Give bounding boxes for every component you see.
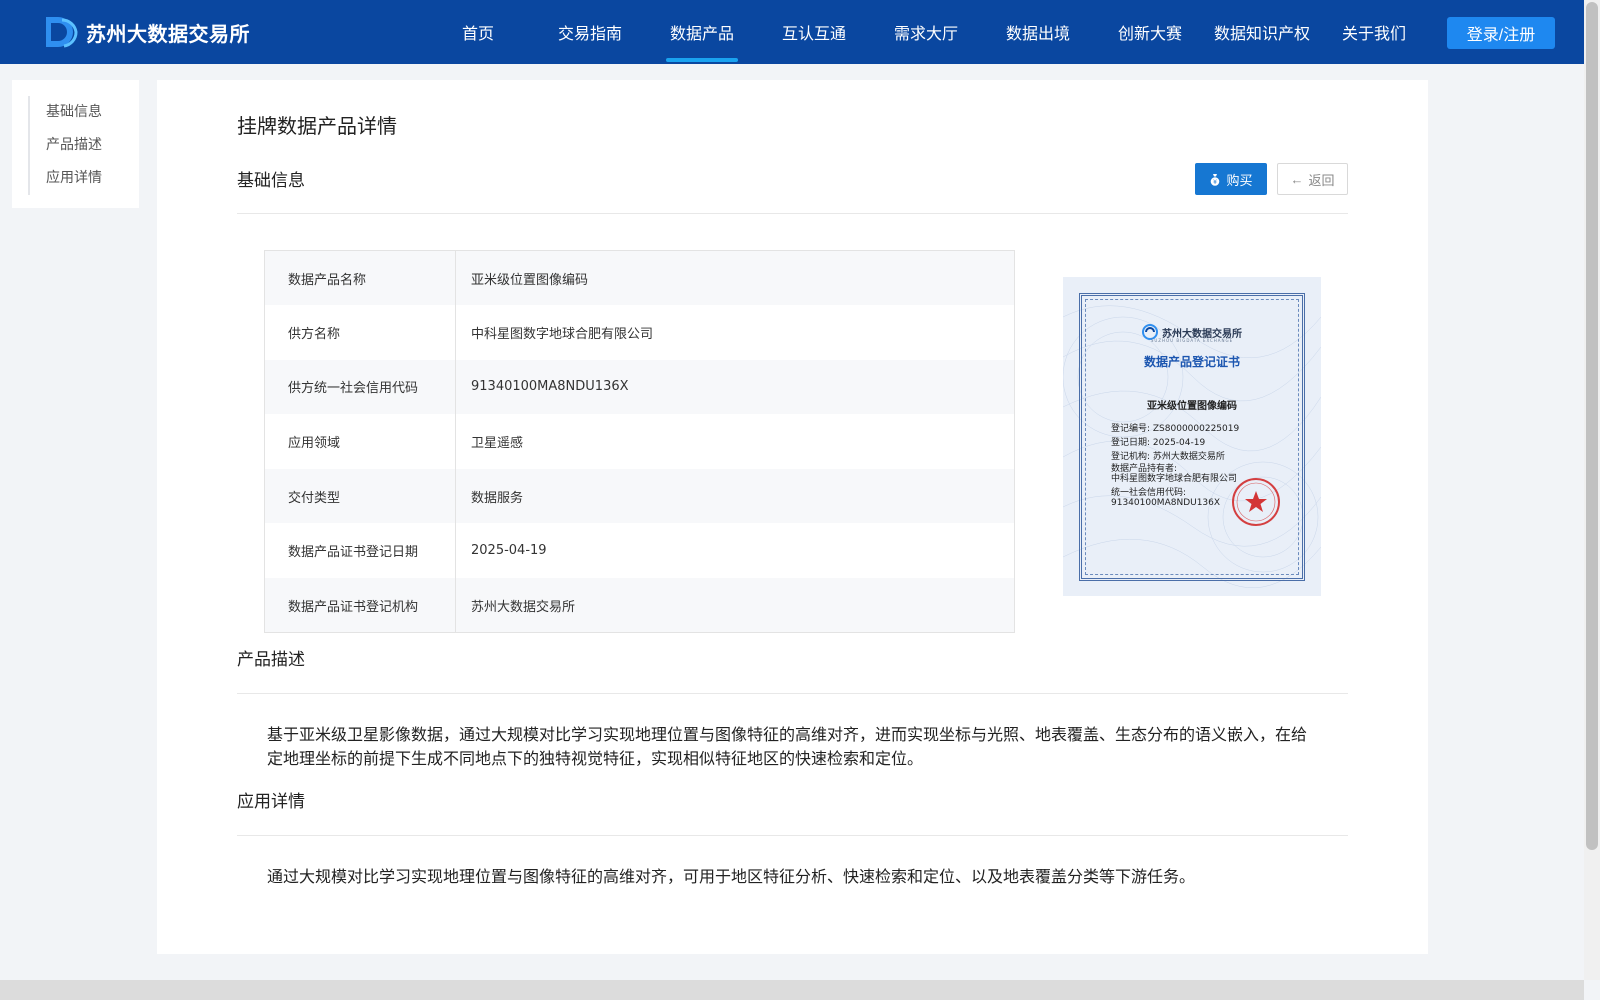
main-panel: 挂牌数据产品详情 基础信息 ¥ 购买 ← 返回 数据产品名称 亚米级位置图像编码 … [157,80,1428,954]
nav-item-ip[interactable]: 数据知识产权 [1206,0,1318,64]
row-key: 供方统一社会信用代码 [264,359,456,415]
row-value: 数据服务 [455,468,1015,524]
page-bottom-strip [0,980,1584,1000]
nav-item-contest[interactable]: 创新大赛 [1094,0,1206,64]
row-key: 数据产品名称 [264,250,456,306]
application-detail-text: 通过大规模对比学习实现地理位置与图像特征的高维对齐，可用于地区特征分析、快速检索… [267,867,1196,886]
section-divider [237,213,1348,214]
login-register-button[interactable]: 登录/注册 [1447,17,1555,49]
table-row: 供方统一社会信用代码 91340100MA8NDU136X [264,359,1015,415]
nav-label: 首页 [461,24,494,43]
back-label: 返回 [1308,172,1335,188]
scrollbar-thumb[interactable] [1586,2,1598,850]
nav-item-mutual[interactable]: 互认互通 [758,0,870,64]
table-row: 供方名称 中科星图数字地球合肥有限公司 [264,305,1015,360]
top-header: 苏州大数据交易所 首页 交易指南 数据产品 互认互通 需求大厅 数据出境 创新大… [0,0,1584,64]
certificate-line: 中科星图数字地球合肥有限公司 [1111,474,1238,484]
nav-item-guide[interactable]: 交易指南 [534,0,646,64]
certificate-line: 91340100MA8NDU136X [1111,498,1221,508]
side-anchor-nav: 基础信息 产品描述 应用详情 [12,80,139,208]
certificate-line: 统一社会信用代码: [1111,488,1187,498]
logo-text: 苏州大数据交易所 [86,21,250,46]
side-item-basic-info[interactable]: 基础信息 [46,96,139,129]
side-anchor-list: 基础信息 产品描述 应用详情 [28,96,139,195]
nav-item-export[interactable]: 数据出境 [982,0,1094,64]
product-description-text: 基于亚米级卫星影像数据，通过大规模对比学习实现地理位置与图像特征的高维对齐，进而… [267,725,1308,768]
buy-button[interactable]: ¥ 购买 [1195,163,1267,195]
side-item-description[interactable]: 产品描述 [46,129,139,162]
section-divider [237,835,1348,836]
basic-info-table: 数据产品名称 亚米级位置图像编码 供方名称 中科星图数字地球合肥有限公司 供方统一社… [264,250,1015,634]
certificate-detail-lines: 登记编号: ZS8000000225019 登记日期: 2025-04-19 登… [1111,422,1239,508]
back-button[interactable]: ← 返回 [1277,163,1348,195]
site-logo[interactable]: 苏州大数据交易所 [42,14,250,50]
logo-mark-icon [46,17,78,48]
row-value: 2025-04-19 [471,543,547,559]
row-value: 苏州大数据交易所 [455,578,1015,633]
table-row: 数据产品名称 亚米级位置图像编码 [264,250,1015,306]
row-value: 亚米级位置图像编码 [455,250,1015,306]
buy-label: 购买 [1226,172,1253,188]
nav-item-data-products[interactable]: 数据产品 [646,0,758,64]
nav-label: 数据知识产权 [1213,24,1310,43]
table-row: 数据产品证书登记日期 2025-04-19 [264,523,1015,579]
certificate-line: 登记机构: 苏州大数据交易所 [1111,452,1225,462]
nav-label: 需求大厅 [893,24,958,43]
official-seal-icon [1232,478,1280,526]
side-item-application[interactable]: 应用详情 [46,162,139,195]
certificate-org-sub: SUZHOU BIGDATA EXCHANGE [1150,338,1234,343]
nav-label: 交易指南 [557,24,622,43]
row-value: 中科星图数字地球合肥有限公司 [471,326,654,342]
row-value: 卫星遥感 [471,436,524,452]
nav-item-about[interactable]: 关于我们 [1318,0,1430,64]
nav-item-home[interactable]: 首页 [422,0,534,64]
row-value: 91340100MA8NDU136X [455,359,1015,415]
main-nav: 首页 交易指南 数据产品 互认互通 需求大厅 数据出境 创新大赛 数据知识产权 … [422,0,1430,64]
certificate-line: 登记日期: 2025-04-19 [1111,438,1206,448]
section-title-description: 产品描述 [237,650,305,670]
nav-item-demand[interactable]: 需求大厅 [870,0,982,64]
certificate-product-name: 亚米级位置图像编码 [1147,401,1237,412]
page-title: 挂牌数据产品详情 [237,114,397,138]
row-key: 数据产品证书登记日期 [264,523,456,579]
table-row: 应用领域 卫星遥感 [264,414,1015,469]
section-title-basic: 基础信息 [237,171,305,191]
table-row: 交付类型 数据服务 [264,468,1015,524]
row-key: 供方名称 [264,305,456,360]
certificate-image[interactable]: 苏州大数据交易所 SUZHOU BIGDATA EXCHANGE 数据产品登记证… [1063,277,1321,596]
certificate-title: 数据产品登记证书 [1143,355,1240,369]
nav-label: 数据出境 [1005,24,1070,43]
nav-label: 互认互通 [781,24,846,43]
certificate-line: 登记编号: ZS8000000225019 [1111,424,1240,434]
nav-label: 数据产品 [669,24,734,43]
section-divider [237,693,1348,694]
section-title-application: 应用详情 [237,792,305,812]
nav-label: 创新大赛 [1117,24,1182,43]
svg-text:¥: ¥ [1214,179,1218,186]
row-key: 数据产品证书登记机构 [264,578,456,633]
row-key: 交付类型 [264,468,456,524]
table-row: 数据产品证书登记机构 苏州大数据交易所 [264,578,1015,633]
arrow-left-icon: ← [1290,171,1304,187]
nav-label: 关于我们 [1341,24,1406,43]
money-bag-icon: ¥ [1211,173,1220,186]
certificate-line: 数据产品持有者: [1111,464,1178,474]
page-scrollbar[interactable] [1584,0,1600,980]
row-key: 应用领域 [264,414,456,469]
